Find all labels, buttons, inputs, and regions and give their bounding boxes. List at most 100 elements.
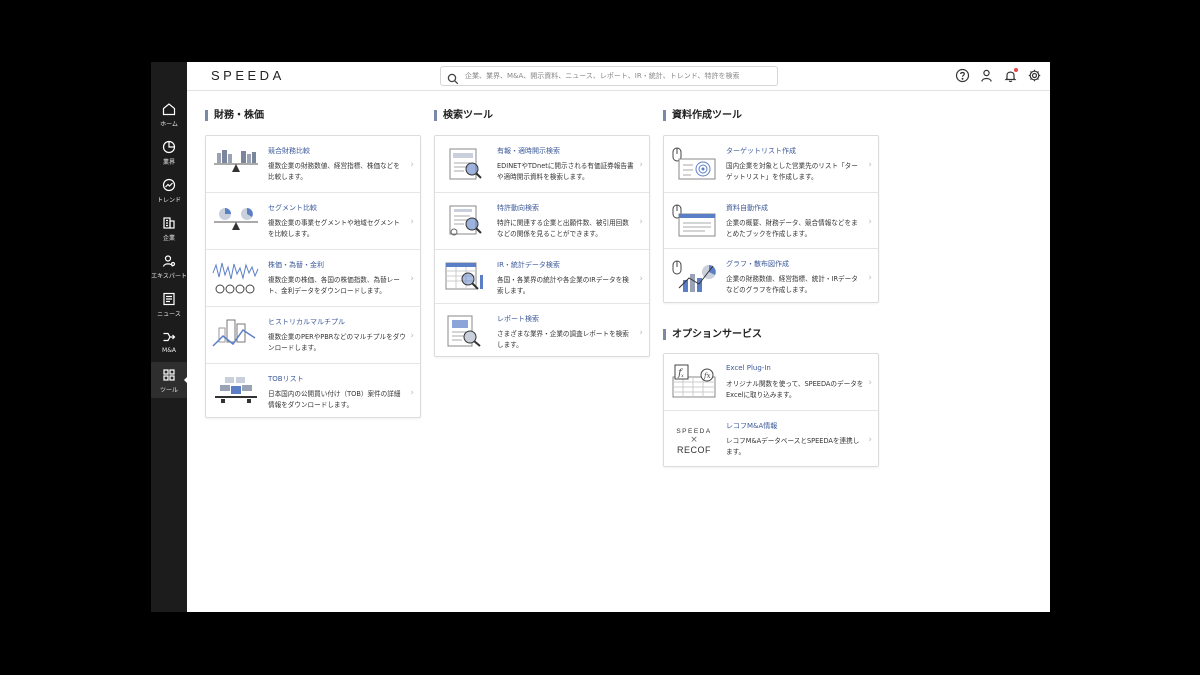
search-input[interactable]: [465, 69, 773, 83]
multiple-chart-icon: [211, 316, 261, 354]
chevron-right-icon: ›: [410, 331, 414, 341]
tool-item-historical-multiples[interactable]: ヒストリカルマルチプル 複数企業のPERやPBRなどのマルチプルをダウンロードし…: [206, 307, 420, 364]
sidebar-item-label: トレンド: [156, 197, 181, 204]
tool-desc: オリジナル関数を使って、SPEEDAのデータをExcelに取り込みます。: [726, 380, 864, 399]
tool-title: レポート検索: [497, 315, 539, 323]
chevron-right-icon: ›: [868, 273, 872, 283]
tool-desc: さまざまな業界・企業の調査レポートを検索します。: [497, 330, 629, 349]
gear-icon[interactable]: [1027, 68, 1042, 83]
card-search-tools: 有報・適時開示検索 EDINETやTDnetに開示される有価証券報告書や適時開示…: [434, 135, 650, 357]
chevron-right-icon: ›: [410, 217, 414, 227]
sidebar-item-label: ホーム: [160, 121, 178, 128]
card-options: f x fx Excel Plug-In オリジナル関数を使って、SPEEDAのデー…: [663, 353, 879, 467]
chevron-right-icon: ›: [410, 274, 414, 284]
logo-text-recof: RECOF: [677, 444, 711, 455]
graph-create-icon: [669, 258, 719, 296]
tool-item-report-search[interactable]: レポート検索 さまざまな業界・企業の調査レポートを検索します。 ›: [435, 304, 649, 356]
search-box[interactable]: [440, 66, 778, 86]
chevron-right-icon: ›: [868, 435, 872, 445]
report-search-icon: [440, 313, 490, 351]
tool-desc: 複数企業の事業セグメントや地域セグメントを比較します。: [268, 219, 400, 238]
notification-badge: [1014, 68, 1018, 72]
excel-function-icon: f x fx: [669, 363, 719, 401]
tool-title: セグメント比較: [268, 204, 317, 212]
tool-item-target-list[interactable]: ターゲットリスト作成 国内企業を対象とした営業先のリスト「ターゲットリスト」を作…: [664, 136, 878, 193]
svg-text:fx: fx: [703, 372, 711, 380]
chevron-right-icon: ›: [410, 388, 414, 398]
sidebar-item-label: 業界: [162, 159, 175, 166]
auto-document-icon: [669, 202, 719, 240]
tool-title: グラフ・散布図作成: [726, 260, 789, 268]
tool-title: Excel Plug-In: [726, 364, 771, 372]
tool-item-graph-scatter[interactable]: グラフ・散布図作成 企業の財務数値、経営指標、統計・IRデータなどのグラフを作成…: [664, 249, 878, 302]
tool-item-competitor-financials[interactable]: 競合財務比較 複数企業の財務数値、経営指標、株価などを比較します。 ›: [206, 136, 420, 193]
tool-desc: 企業の財務数値、経営指標、統計・IRデータなどのグラフを作成します。: [726, 275, 858, 294]
patent-search-icon: [440, 202, 490, 240]
svg-text:x: x: [681, 373, 684, 379]
sidebar-item-label: ツール: [159, 387, 178, 394]
tool-desc: EDINETやTDnetに開示される有価証券報告書や適時開示資料を検索します。: [497, 162, 634, 181]
sidebar-item-ma[interactable]: M&A: [151, 324, 187, 360]
tool-item-tob-list[interactable]: TOBリスト 日本国内の公開買い付け（TOB）案件の詳細情報をダウンロードします…: [206, 364, 420, 419]
building-icon: [161, 215, 177, 231]
sidebar-item-company[interactable]: 企業: [151, 210, 187, 246]
data-table-search-icon: [440, 259, 490, 297]
card-doc-tools: ターゲットリスト作成 国内企業を対象とした営業先のリスト「ターゲットリスト」を作…: [663, 135, 879, 303]
sidebar-item-label: M&A: [162, 347, 176, 354]
header: SPEEDA: [187, 62, 1050, 91]
trend-icon: [161, 177, 177, 193]
sidebar-item-label: 企業: [162, 235, 175, 242]
tool-title: ターゲットリスト作成: [726, 147, 796, 155]
tool-title: IR・統計データ検索: [497, 261, 560, 269]
sidebar-item-news[interactable]: ニュース: [151, 286, 187, 322]
scale-buildings-icon: [211, 145, 261, 183]
tool-title: レコフM&A情報: [726, 422, 778, 430]
home-icon: [161, 101, 177, 117]
pie-chart-icon: [161, 139, 177, 155]
speeda-logo[interactable]: SPEEDA: [211, 68, 285, 83]
tool-desc: 複数企業の株価、各国の株価指数、為替レート、金利データをダウンロードします。: [268, 276, 400, 295]
tool-title: 競合財務比較: [268, 147, 310, 155]
tool-title: 特許動向検索: [497, 204, 539, 212]
tool-title: 有報・適時開示検索: [497, 147, 560, 155]
section-title-doc-tools: 資料作成ツール: [663, 110, 742, 121]
stock-currency-icon: [211, 259, 261, 297]
chevron-right-icon: ›: [639, 160, 643, 170]
expert-icon: [161, 253, 177, 269]
sidebar-item-industry[interactable]: 業界: [151, 134, 187, 170]
tool-item-patent-search[interactable]: 特許動向検索 特許に関連する企業と出願件数、被引用回数などの関係を見ることができ…: [435, 193, 649, 250]
tool-item-recof-ma[interactable]: SPEEDA × RECOF レコフM&A情報 レコフM&AデータベースとSPE…: [664, 411, 878, 466]
scale-pie-icon: [211, 202, 261, 240]
news-icon: [161, 291, 177, 307]
sidebar-item-label: ニュース: [157, 311, 181, 318]
tool-item-disclosure-search[interactable]: 有報・適時開示検索 EDINETやTDnetに開示される有価証券報告書や適時開示…: [435, 136, 649, 193]
chevron-right-icon: ›: [868, 217, 872, 227]
bell-icon[interactable]: [1003, 68, 1018, 83]
chevron-right-icon: ›: [639, 217, 643, 227]
tool-desc: 複数企業の財務数値、経営指標、株価などを比較します。: [268, 162, 400, 181]
sidebar-item-home[interactable]: ホーム: [151, 96, 187, 132]
logo-text-cross: ×: [690, 434, 698, 445]
user-icon[interactable]: [979, 68, 994, 83]
sidebar-item-tools[interactable]: ツール: [151, 362, 188, 398]
tool-desc: 企業の概要、財務データ、競合情報などをまとめたブックを作成します。: [726, 219, 858, 238]
card-finance: 競合財務比較 複数企業の財務数値、経営指標、株価などを比較します。 › セグメン…: [205, 135, 421, 418]
help-icon[interactable]: [955, 68, 970, 83]
tool-desc: 複数企業のPERやPBRなどのマルチプルをダウンロードします。: [268, 333, 406, 352]
tool-title: ヒストリカルマルチプル: [268, 318, 345, 326]
tool-desc: 日本国内の公開買い付け（TOB）案件の詳細情報をダウンロードします。: [268, 390, 401, 409]
merge-icon: [161, 329, 177, 345]
logo-text-speeda: SPEEDA: [676, 427, 712, 435]
section-title-finance: 財務・株価: [205, 110, 264, 121]
tool-desc: 各国・各業界の統計や各企業のIRデータを検索します。: [497, 276, 629, 295]
tool-item-excel-plugin[interactable]: f x fx Excel Plug-In オリジナル関数を使って、SPEEDAのデー…: [664, 354, 878, 411]
tool-desc: レコフM&AデータベースとSPEEDAを連携します。: [726, 437, 860, 456]
grid-icon: [161, 367, 177, 383]
tool-item-auto-document[interactable]: 資料自動作成 企業の概要、財務データ、競合情報などをまとめたブックを作成します。…: [664, 193, 878, 249]
sidebar-item-expert[interactable]: エキスパート: [151, 248, 187, 284]
tob-icon: [211, 373, 261, 411]
tool-item-segment-compare[interactable]: セグメント比較 複数企業の事業セグメントや地域セグメントを比較します。 ›: [206, 193, 420, 250]
tool-item-ir-stats-search[interactable]: IR・統計データ検索 各国・各業界の統計や各企業のIRデータを検索します。 ›: [435, 250, 649, 304]
sidebar-item-trend[interactable]: トレンド: [151, 172, 187, 208]
tool-item-stock-fx-rates[interactable]: 株価・為替・金利 複数企業の株価、各国の株価指数、為替レート、金利データをダウン…: [206, 250, 420, 307]
